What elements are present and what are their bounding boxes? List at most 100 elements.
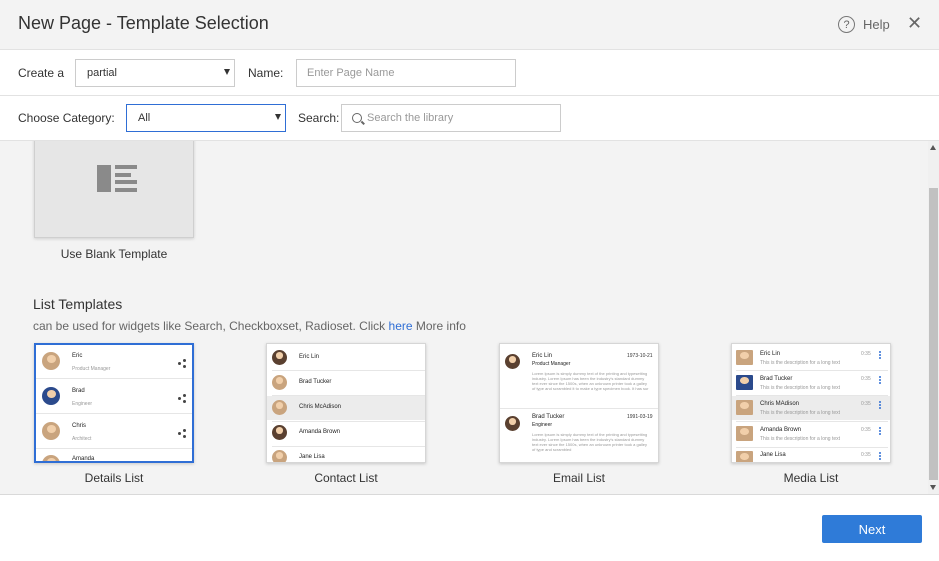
search-label: Search: (298, 111, 340, 125)
more-icon (879, 452, 882, 461)
preview-time: 0:35 (861, 452, 871, 458)
search-placeholder: Search the library (367, 112, 454, 124)
preview-name: Jane Lisa (299, 454, 325, 460)
preview-time: 0:35 (861, 376, 871, 382)
avatar (272, 375, 287, 390)
category-select[interactable]: All (126, 104, 286, 132)
page-name-input[interactable]: Enter Page Name (296, 59, 516, 87)
dialog-header: New Page - Template Selection ? Help ✕ (0, 0, 939, 50)
preview-name: Chris McAdison (299, 404, 342, 410)
chevron-down-icon (224, 69, 230, 75)
scroll-down-arrow-icon[interactable] (930, 485, 936, 490)
avatar (272, 350, 287, 365)
template-selection-dialog: New Page - Template Selection ? Help ✕ C… (0, 0, 939, 561)
dialog-title: New Page - Template Selection (18, 13, 269, 33)
create-row: Create a partial Name: Enter Page Name (0, 51, 939, 96)
more-info-link[interactable]: here (389, 319, 413, 333)
avatar (736, 375, 753, 390)
name-label: Name: (248, 66, 284, 80)
preview-name: Brad Tucker (760, 376, 793, 382)
avatar (505, 416, 520, 431)
preview-role: Product Manager (532, 361, 571, 367)
desc-text-after: More info (412, 319, 466, 333)
list-templates-description: can be used for widgets like Search, Che… (33, 319, 466, 333)
avatar (42, 422, 60, 440)
template-library: Use Blank Template List Templates can be… (0, 141, 939, 495)
more-icon (879, 401, 882, 410)
avatar (736, 451, 753, 462)
avatar (272, 425, 287, 440)
preview-role: Engineer (72, 401, 93, 407)
preview-desc: This is the description for a long text (760, 410, 841, 416)
avatar (736, 400, 753, 415)
preview-time: 0:35 (861, 401, 871, 407)
preview-role: Engineer (532, 422, 553, 428)
blank-template-card[interactable] (34, 141, 194, 238)
preview-name: Brad Tucker (299, 379, 332, 385)
preview-name: Brad (72, 388, 85, 394)
preview-desc: This is the description for a long text (760, 360, 841, 366)
preview-name: Chris MAdison (760, 401, 800, 407)
blank-template-label: Use Blank Template (60, 247, 168, 261)
help-button[interactable]: ? Help (838, 16, 890, 33)
template-card-details-list[interactable]: Eric Product Manager Brad Engineer Chris… (34, 343, 194, 463)
preview-name: Eric Lin (760, 351, 781, 357)
desc-text-before: can be used for widgets like Search, Che… (33, 319, 389, 333)
preview-name: Eric Lin (532, 353, 553, 359)
more-icon (879, 427, 882, 436)
preview-time: 0:35 (861, 427, 871, 433)
list-templates-title: List Templates (33, 296, 123, 312)
preview-name: Eric Lin (299, 354, 320, 360)
template-card-contact-list[interactable]: Eric Lin Brad Tucker Chris McAdison Aman… (266, 343, 426, 463)
preview-name: Eric (72, 353, 83, 359)
category-label: Choose Category: (18, 111, 115, 125)
create-type-select[interactable]: partial (75, 59, 235, 87)
preview-name: Jane Lisa (760, 452, 786, 458)
template-label: Contact List (314, 471, 378, 485)
template-label: Details List (84, 471, 144, 485)
more-icon (879, 376, 882, 385)
preview-body: Lorem Ipsum is simply dummy text of the … (532, 371, 649, 391)
help-icon: ? (838, 16, 855, 33)
avatar (505, 354, 520, 369)
search-input[interactable]: Search the library (341, 104, 561, 132)
preview-name: Amanda Brown (760, 427, 802, 433)
preview-role: Architect (72, 436, 92, 442)
template-label: Media List (783, 471, 839, 485)
next-button[interactable]: Next (822, 515, 922, 543)
help-label: Help (863, 17, 890, 32)
preview-body: Lorem Ipsum is simply dummy text of the … (532, 432, 648, 452)
avatar (272, 450, 287, 462)
create-type-value: partial (87, 67, 117, 79)
close-icon[interactable]: ✕ (907, 14, 922, 32)
preview-time: 0:35 (861, 351, 871, 357)
share-icon (178, 394, 187, 403)
preview-date: 1991-03-19 (627, 414, 653, 420)
category-value: All (138, 112, 151, 124)
page-layout-icon (97, 165, 137, 192)
preview-name: Amanda (72, 456, 95, 462)
template-card-email-list[interactable]: Eric Lin 1973-10-21 Product Manager Lore… (499, 343, 659, 463)
page-name-placeholder: Enter Page Name (307, 67, 395, 79)
create-label: Create a (18, 66, 65, 80)
search-icon (352, 113, 362, 123)
preview-name: Brad Tucker (532, 414, 565, 420)
more-icon (879, 351, 882, 360)
avatar (42, 352, 60, 370)
avatar (42, 387, 60, 405)
category-row: Choose Category: All Search: Search the … (0, 96, 939, 141)
chevron-down-icon (275, 114, 281, 120)
dialog-footer: Next (0, 495, 939, 561)
vertical-scrollbar[interactable] (928, 141, 939, 494)
avatar (736, 350, 753, 365)
preview-name: Chris (72, 423, 87, 429)
scrollbar-thumb[interactable] (929, 188, 938, 480)
avatar (736, 426, 753, 441)
template-card-media-list[interactable]: Eric Lin This is the description for a l… (731, 343, 891, 463)
scroll-up-arrow-icon[interactable] (930, 145, 936, 150)
template-label: Email List (552, 471, 605, 485)
share-icon (178, 359, 187, 368)
preview-desc: This is the description for a long text (760, 385, 841, 391)
preview-desc: This is the description for a long text (760, 436, 841, 442)
preview-role: Product Manager (72, 366, 111, 372)
